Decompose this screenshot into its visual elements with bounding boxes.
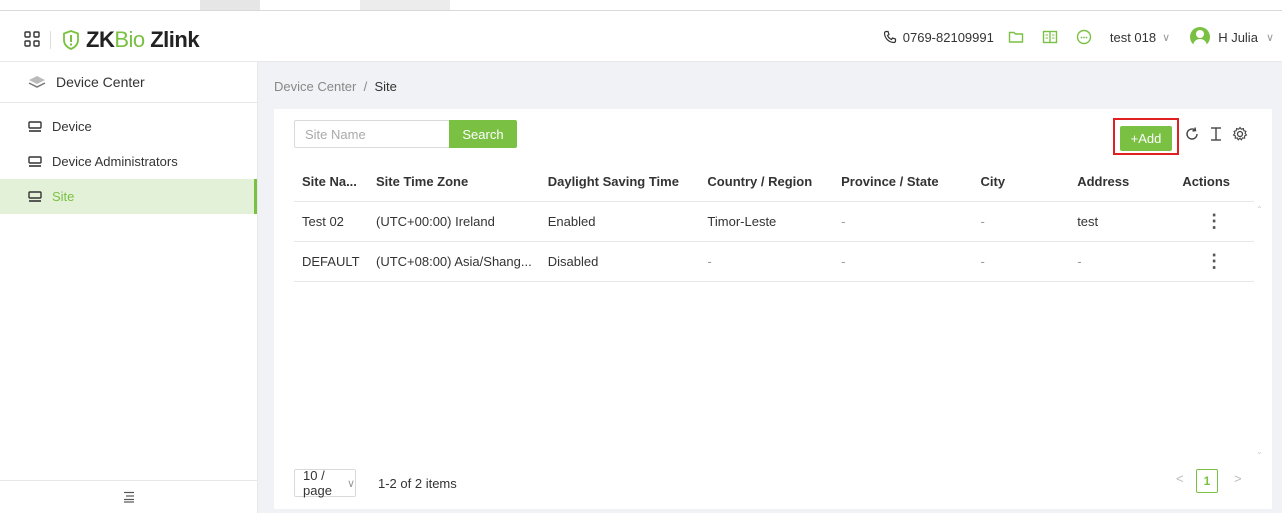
cell-province: - — [833, 241, 973, 282]
phone-icon — [883, 30, 896, 44]
main-panel: Search +Add Site Na... Site Time Zone Da… — [274, 109, 1272, 509]
sidebar-item-device-administrators[interactable]: Device Administrators — [0, 144, 257, 179]
header-right: 0769-82109991 test 018 ∨ H Julia ∨ — [883, 11, 1282, 63]
page-number-current[interactable]: 1 — [1196, 469, 1218, 493]
chevron-down-icon: ∨ — [1162, 31, 1171, 44]
scroll-down-arrow-icon[interactable]: ⌄ — [1256, 447, 1264, 456]
breadcrumb-separator: / — [363, 79, 368, 94]
column-header-site-name[interactable]: Site Na... — [294, 162, 368, 202]
column-header-site-time-zone[interactable]: Site Time Zone — [367, 162, 540, 202]
device-icon — [28, 120, 42, 132]
cell-daylight-saving: Disabled — [539, 241, 700, 282]
cell-time-zone: (UTC+00:00) Ireland — [367, 201, 540, 242]
sidebar-item-label: Device Administrators — [52, 154, 178, 169]
chevron-down-icon: ∨ — [346, 477, 355, 490]
shield-logo-icon — [63, 30, 79, 50]
column-height-icon[interactable] — [1208, 126, 1224, 142]
more-actions-icon[interactable]: ⋮ — [1174, 201, 1254, 242]
org-name: test 018 — [1109, 29, 1157, 45]
refresh-icon[interactable] — [1184, 126, 1200, 142]
cell-time-zone: (UTC+08:00) Asia/Shang... — [367, 241, 540, 282]
cell-site-name: DEFAULT — [294, 241, 368, 282]
device-icon — [28, 155, 42, 167]
cell-province: - — [833, 201, 973, 242]
site-name-search-input[interactable] — [294, 120, 450, 148]
table-header-row: Site Na... Site Time Zone Daylight Savin… — [294, 162, 1254, 202]
add-button-highlight: +Add — [1113, 118, 1179, 155]
header-divider — [50, 31, 51, 49]
cell-address: - — [1069, 241, 1175, 282]
org-selector[interactable]: test 018 ∨ — [1110, 30, 1170, 45]
top-strip-block — [200, 0, 260, 10]
pagination: 10 / page ∨ 1-2 of 2 items — [294, 468, 457, 498]
cell-daylight-saving: Enabled — [539, 201, 700, 242]
sidebar-title: Device Center — [56, 74, 145, 90]
layers-icon — [28, 76, 46, 88]
search-button[interactable]: Search — [449, 120, 517, 148]
cell-city: - — [972, 201, 1070, 242]
breadcrumb-parent[interactable]: Device Center — [274, 79, 356, 94]
settings-gear-icon[interactable] — [1232, 126, 1248, 142]
column-header-daylight-saving-time[interactable]: Daylight Saving Time — [539, 162, 700, 202]
brand-bio: Bio — [114, 27, 145, 52]
sidebar-header[interactable]: Device Center — [0, 62, 257, 103]
column-header-actions: Actions — [1174, 162, 1254, 202]
brand-logo[interactable]: ZKBio Zlink — [62, 27, 200, 53]
sidebar-item-label: Site — [52, 189, 75, 204]
page-size-value: 10 / page — [303, 468, 332, 498]
add-button[interactable]: +Add — [1120, 126, 1172, 151]
sidebar: Device Center Device Device Administrato… — [0, 62, 258, 513]
breadcrumb: Device Center / Site — [274, 79, 397, 94]
sidebar-item-site[interactable]: Site — [0, 179, 257, 214]
sidebar-item-device[interactable]: Device — [0, 109, 257, 144]
cell-country: Timor-Leste — [699, 201, 834, 242]
chat-icon[interactable] — [1076, 29, 1092, 45]
top-strip — [0, 0, 1282, 10]
total-items: 1-2 of 2 items — [378, 475, 457, 491]
breadcrumb-current: Site — [374, 79, 397, 94]
column-header-province-state[interactable]: Province / State — [833, 162, 973, 202]
next-page-icon[interactable]: > — [1234, 471, 1242, 486]
folder-icon[interactable] — [1008, 29, 1024, 45]
column-header-country-region[interactable]: Country / Region — [699, 162, 834, 202]
column-header-city[interactable]: City — [972, 162, 1070, 202]
table-row[interactable]: DEFAULT (UTC+08:00) Asia/Shang... Disabl… — [294, 241, 1254, 282]
app-header: ZKBio Zlink 0769-82109991 test 018 ∨ H J… — [0, 10, 1282, 62]
top-strip-block — [360, 0, 450, 10]
brand-name: ZKBio Zlink — [86, 27, 200, 53]
scroll-up-arrow-icon[interactable]: ⌃ — [1256, 205, 1264, 214]
brand-suffix: Zlink — [144, 27, 200, 52]
prev-page-icon[interactable]: < — [1176, 471, 1184, 486]
support-phone[interactable]: 0769-82109991 — [883, 30, 994, 45]
page-size-select[interactable]: 10 / page ∨ — [294, 468, 356, 498]
table-row[interactable]: Test 02 (UTC+00:00) Ireland Enabled Timo… — [294, 201, 1254, 242]
chevron-down-icon: ∨ — [1265, 31, 1274, 44]
brand-zk: ZK — [86, 27, 115, 52]
cell-city: - — [972, 241, 1070, 282]
user-menu[interactable]: H Julia ∨ — [1190, 27, 1274, 47]
avatar — [1190, 27, 1211, 47]
device-icon — [28, 190, 42, 202]
site-table: Site Na... Site Time Zone Daylight Savin… — [294, 162, 1254, 282]
column-header-address[interactable]: Address — [1069, 162, 1175, 202]
user-name: H Julia — [1218, 29, 1258, 45]
collapse-menu-icon — [123, 491, 134, 503]
apps-grid-icon[interactable] — [24, 31, 40, 47]
cell-address: test — [1069, 201, 1175, 242]
book-icon[interactable] — [1042, 29, 1058, 45]
phone-number: 0769-82109991 — [902, 29, 994, 45]
cell-country: - — [699, 241, 834, 282]
sidebar-collapse[interactable] — [0, 480, 257, 513]
sidebar-item-label: Device — [52, 119, 92, 134]
cell-site-name: Test 02 — [294, 201, 368, 242]
more-actions-icon[interactable]: ⋮ — [1174, 241, 1254, 282]
